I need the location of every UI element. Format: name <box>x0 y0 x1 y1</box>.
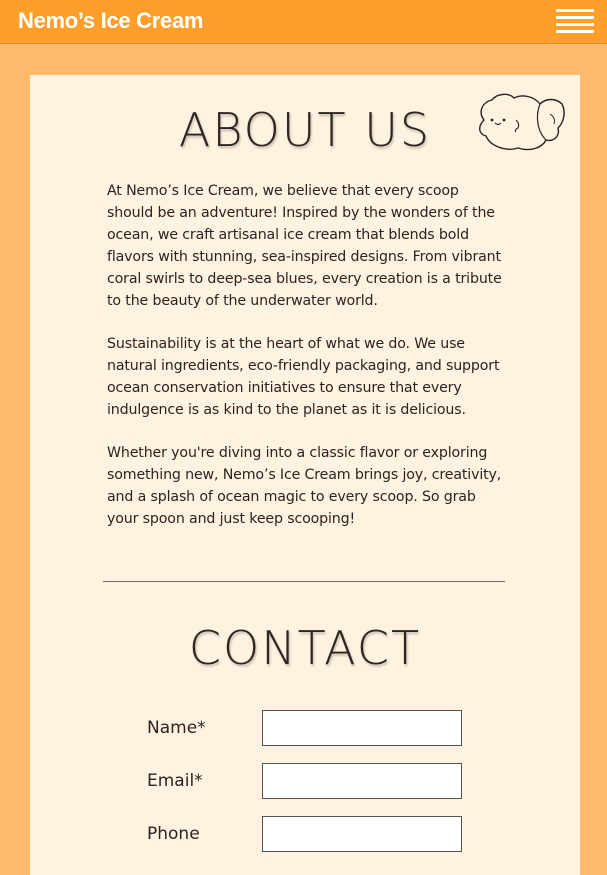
about-paragraph-2: Sustainability is at the heart of what w… <box>107 336 500 418</box>
about-paragraph-1: At Nemo’s Ice Cream, we believe that eve… <box>107 183 502 309</box>
contact-heading: CONTACT <box>188 621 422 675</box>
phone-label: Phone <box>147 824 200 844</box>
brand-logo-text[interactable]: Nemo’s Ice Cream <box>18 8 203 34</box>
phone-field[interactable] <box>262 816 462 852</box>
hamburger-menu-icon[interactable] <box>556 9 594 35</box>
top-nav-bar: Nemo’s Ice Cream <box>0 0 607 44</box>
section-divider <box>103 581 505 582</box>
name-field[interactable] <box>262 710 462 746</box>
email-field[interactable] <box>262 763 462 799</box>
email-label: Email* <box>147 771 203 791</box>
content-card: ABOUT US At Nemo’s Ice Cream, we believe… <box>30 75 580 875</box>
fish-mascot-icon <box>479 93 565 151</box>
name-label: Name* <box>147 718 206 738</box>
about-paragraph-3: Whether you're diving into a classic fla… <box>107 445 502 527</box>
